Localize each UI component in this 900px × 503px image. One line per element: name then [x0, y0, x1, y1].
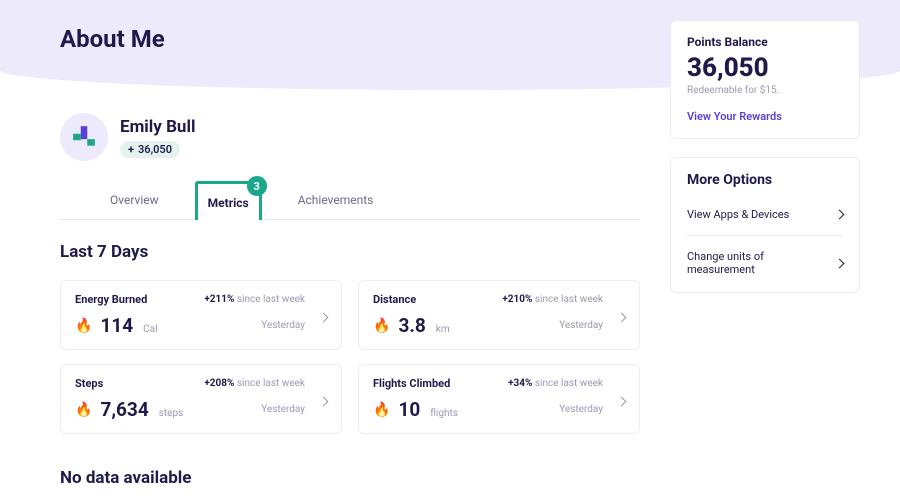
tab-metrics[interactable]: Metrics 3: [195, 181, 262, 220]
points-balance-value: 36,050: [687, 53, 843, 83]
fire-icon: 🔥: [373, 402, 390, 418]
metric-title: Steps: [75, 377, 196, 390]
metric-unit: flights: [430, 408, 458, 419]
metric-unit: steps: [159, 408, 184, 419]
chevron-right-icon: [618, 390, 625, 409]
more-options-card: More Options View Apps & Devices Change …: [670, 157, 860, 293]
points-pill-prefix: +: [128, 143, 134, 156]
points-balance-card: Points Balance 36,050 Redeemable for $15…: [670, 20, 860, 139]
chevron-right-icon: [320, 390, 327, 409]
page-title: About Me: [60, 25, 640, 53]
tab-achievements[interactable]: Achievements: [288, 181, 384, 219]
chevron-right-icon: [835, 258, 845, 268]
metric-unit: km: [436, 324, 450, 335]
metric-value: 7,634: [100, 398, 148, 421]
option-view-apps-label: View Apps & Devices: [687, 208, 789, 221]
tab-bar: Overview Metrics 3 Achievements: [60, 181, 640, 220]
tab-metrics-label: Metrics: [208, 196, 249, 210]
metric-card-distance[interactable]: Distance +210% since last week 🔥 3.8 km …: [358, 280, 640, 350]
fire-icon: 🔥: [373, 318, 390, 334]
metric-grid: Energy Burned +211% since last week 🔥 11…: [60, 280, 640, 434]
metric-value: 3.8: [398, 314, 425, 337]
fire-icon: 🔥: [75, 402, 92, 418]
metric-card-flights[interactable]: Flights Climbed +34% since last week 🔥 1…: [358, 364, 640, 434]
metric-timeref: Yesterday: [508, 404, 603, 415]
option-change-units-label: Change units of measurement: [687, 250, 807, 276]
points-balance-label: Points Balance: [687, 35, 843, 49]
metric-delta: +211% since last week: [204, 294, 305, 305]
logo-icon: [71, 124, 97, 150]
metric-title: Flights Climbed: [373, 377, 500, 390]
tab-overview[interactable]: Overview: [100, 181, 169, 219]
metric-timeref: Yesterday: [204, 320, 305, 331]
profile-name: Emily Bull: [120, 117, 195, 137]
last7-heading: Last 7 Days: [60, 242, 640, 262]
metric-card-energy[interactable]: Energy Burned +211% since last week 🔥 11…: [60, 280, 342, 350]
metric-card-steps[interactable]: Steps +208% since last week 🔥 7,634 step…: [60, 364, 342, 434]
points-pill-value: 36,050: [138, 143, 172, 156]
metric-title: Energy Burned: [75, 293, 196, 306]
profile-header: Emily Bull + 36,050: [60, 113, 640, 161]
view-rewards-link[interactable]: View Your Rewards: [687, 110, 782, 123]
metric-value: 10: [398, 398, 420, 421]
points-redeem-note: Redeemable for $15.: [687, 85, 843, 96]
option-change-units[interactable]: Change units of measurement: [687, 235, 843, 290]
chevron-right-icon: [835, 210, 845, 220]
metric-unit: Cal: [143, 324, 157, 335]
metric-title: Distance: [373, 293, 494, 306]
chevron-right-icon: [618, 306, 625, 325]
no-data-heading: No data available: [60, 468, 640, 488]
metric-delta: +210% since last week: [502, 294, 603, 305]
avatar: [60, 113, 108, 161]
metric-delta: +34% since last week: [508, 378, 603, 389]
metric-timeref: Yesterday: [204, 404, 305, 415]
points-pill: + 36,050: [120, 141, 180, 158]
fire-icon: 🔥: [75, 318, 92, 334]
tab-metrics-badge: 3: [247, 176, 267, 196]
metric-value: 114: [100, 314, 133, 337]
option-view-apps[interactable]: View Apps & Devices: [687, 194, 843, 235]
metric-delta: +208% since last week: [204, 378, 305, 389]
metric-timeref: Yesterday: [502, 320, 603, 331]
more-options-label: More Options: [687, 172, 843, 188]
chevron-right-icon: [320, 306, 327, 325]
